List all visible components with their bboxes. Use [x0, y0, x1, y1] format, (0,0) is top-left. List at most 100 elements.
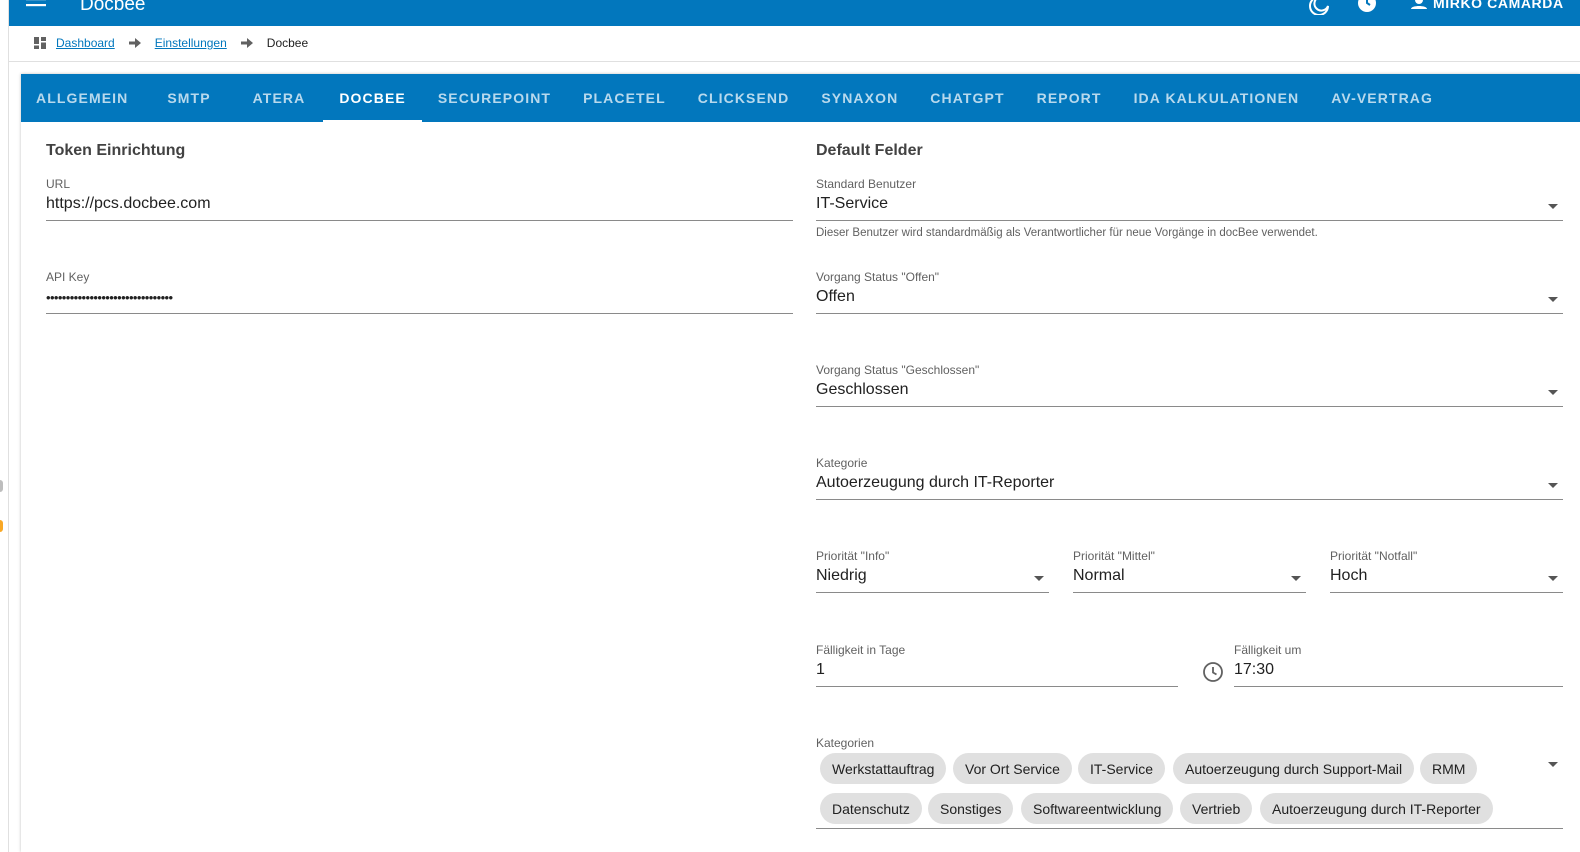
api-key-field[interactable]: API Key ••••••••••••••••••••••••••••••••: [46, 270, 793, 316]
category-chip[interactable]: Softwareentwicklung: [1021, 793, 1174, 824]
rail-indicator: [0, 480, 3, 492]
status-closed-underline: [816, 406, 1563, 407]
api-key-input[interactable]: ••••••••••••••••••••••••••••••••: [46, 290, 793, 305]
categories-underline: [816, 828, 1563, 829]
standard-user-underline: [816, 220, 1563, 221]
chevron-down-icon[interactable]: [1548, 390, 1558, 395]
categories-multiselect[interactable]: Kategorien Werkstattauftrag Vor Ort Serv…: [816, 736, 1563, 831]
category-value: Autoerzeugung durch IT-Reporter: [816, 474, 1055, 491]
prio-mittel-value: Normal: [1073, 567, 1125, 584]
category-chip[interactable]: Datenschutz: [820, 793, 922, 824]
chevron-down-icon[interactable]: [1548, 297, 1558, 302]
url-label: URL: [46, 177, 71, 191]
breadcrumb: Dashboard Einstellungen Docbee: [34, 36, 308, 50]
tab-ida-kalkulationen[interactable]: IDA KALKULATIONEN: [1118, 74, 1316, 122]
breadcrumb-dashboard-link[interactable]: Dashboard: [56, 36, 115, 50]
category-chip[interactable]: Sonstiges: [928, 793, 1014, 824]
token-section-title: Token Einrichtung: [46, 142, 186, 159]
breadcrumb-bar: Dashboard Einstellungen Docbee: [9, 26, 1580, 62]
tab-allgemein[interactable]: ALLGEMEIN: [21, 74, 144, 122]
due-time-field[interactable]: Fälligkeit um: [1234, 643, 1563, 689]
due-time-underline: [1234, 686, 1563, 687]
url-underline: [46, 220, 793, 221]
clock-icon[interactable]: [1202, 661, 1224, 683]
settings-card: ALLGEMEIN SMTP ATERA DOCBEE SECUREPOINT …: [21, 74, 1580, 852]
menu-icon[interactable]: [26, 0, 48, 16]
status-closed-select[interactable]: Vorgang Status "Geschlossen" Geschlossen: [816, 363, 1563, 409]
tab-synaxon[interactable]: SYNAXON: [805, 74, 914, 122]
tab-placetel[interactable]: PLACETEL: [567, 74, 682, 122]
prio-info-underline: [816, 592, 1049, 593]
prio-notfall-select[interactable]: Priorität "Notfall" Hoch: [1330, 549, 1563, 595]
chevron-down-icon[interactable]: [1548, 204, 1558, 209]
category-chip[interactable]: Autoerzeugung durch IT-Reporter: [1260, 793, 1493, 824]
category-chip[interactable]: IT-Service: [1078, 753, 1166, 784]
url-field[interactable]: URL: [46, 177, 793, 223]
status-open-underline: [816, 313, 1563, 314]
category-chip[interactable]: Vor Ort Service: [953, 753, 1072, 784]
prio-notfall-label: Priorität "Notfall": [1330, 549, 1418, 563]
category-label: Kategorie: [816, 456, 868, 470]
api-key-label: API Key: [46, 270, 90, 284]
prio-mittel-underline: [1073, 592, 1306, 593]
arrow-right-icon: [240, 38, 253, 48]
api-key-underline: [46, 313, 793, 314]
chevron-down-icon[interactable]: [1548, 483, 1558, 488]
left-rail: [0, 0, 9, 852]
chevron-down-icon[interactable]: [1548, 576, 1558, 581]
status-closed-value: Geschlossen: [816, 381, 909, 398]
standard-user-select[interactable]: Standard Benutzer IT-Service: [816, 177, 1563, 223]
category-chip[interactable]: Werkstattauftrag: [820, 753, 947, 784]
app-title: Docbee: [80, 0, 146, 15]
tab-atera[interactable]: ATERA: [237, 74, 324, 122]
tab-chatgpt[interactable]: CHATGPT: [914, 74, 1020, 122]
settings-tabs: ALLGEMEIN SMTP ATERA DOCBEE SECUREPOINT …: [21, 74, 1580, 122]
standard-user-hint: Dieser Benutzer wird standardmäßig als V…: [816, 227, 1318, 239]
tab-docbee[interactable]: DOCBEE: [323, 74, 422, 122]
category-chip[interactable]: Vertrieb: [1180, 793, 1253, 824]
prio-notfall-value: Hoch: [1330, 567, 1368, 584]
dark-mode-icon[interactable]: [1309, 0, 1329, 15]
chevron-down-icon[interactable]: [1034, 576, 1044, 581]
category-underline: [816, 499, 1563, 500]
chevron-down-icon[interactable]: [1291, 576, 1301, 581]
tab-smtp[interactable]: SMTP: [144, 74, 236, 122]
user-name[interactable]: MIRKO CAMARDA: [1433, 0, 1564, 11]
prio-info-select[interactable]: Priorität "Info" Niedrig: [816, 549, 1049, 595]
category-chip[interactable]: RMM: [1420, 753, 1478, 784]
defaults-section-title: Default Felder: [816, 142, 923, 159]
top-app-bar: Docbee MIRKO CAMARDA: [9, 0, 1580, 26]
category-select[interactable]: Kategorie Autoerzeugung durch IT-Reporte…: [816, 456, 1563, 502]
tab-clicksend[interactable]: CLICKSEND: [682, 74, 806, 122]
due-time-input[interactable]: [1234, 661, 1563, 679]
due-days-input[interactable]: [816, 661, 1178, 679]
dashboard-icon: [34, 37, 46, 49]
categories-label: Kategorien: [816, 736, 875, 750]
due-days-field[interactable]: Fälligkeit in Tage: [816, 643, 1178, 689]
breadcrumb-einstellungen-link[interactable]: Einstellungen: [155, 36, 227, 50]
status-closed-label: Vorgang Status "Geschlossen": [816, 363, 980, 377]
prio-mittel-select[interactable]: Priorität "Mittel" Normal: [1073, 549, 1306, 595]
prio-info-label: Priorität "Info": [816, 549, 890, 563]
chevron-down-icon[interactable]: [1548, 762, 1558, 767]
prio-notfall-underline: [1330, 592, 1563, 593]
tab-report[interactable]: REPORT: [1021, 74, 1118, 122]
clock-icon[interactable]: [1357, 0, 1377, 15]
status-open-value: Offen: [816, 288, 855, 305]
due-days-underline: [816, 686, 1178, 687]
status-open-select[interactable]: Vorgang Status "Offen" Offen: [816, 270, 1563, 316]
standard-user-label: Standard Benutzer: [816, 177, 917, 191]
tab-av-vertrag[interactable]: AV-VERTRAG: [1315, 74, 1449, 122]
breadcrumb-current: Docbee: [266, 36, 309, 50]
url-input[interactable]: [46, 195, 793, 213]
tab-securepoint[interactable]: SECUREPOINT: [422, 74, 567, 122]
standard-user-value: IT-Service: [816, 195, 889, 212]
arrow-right-icon: [128, 38, 141, 48]
user-icon[interactable]: [1410, 0, 1428, 15]
prio-info-value: Niedrig: [816, 567, 867, 584]
due-days-label: Fälligkeit in Tage: [816, 643, 906, 657]
status-open-label: Vorgang Status "Offen": [816, 270, 940, 284]
due-time-label: Fälligkeit um: [1234, 643, 1302, 657]
prio-mittel-label: Priorität "Mittel": [1073, 549, 1155, 563]
category-chip[interactable]: Autoerzeugung durch Support-Mail: [1173, 753, 1415, 784]
